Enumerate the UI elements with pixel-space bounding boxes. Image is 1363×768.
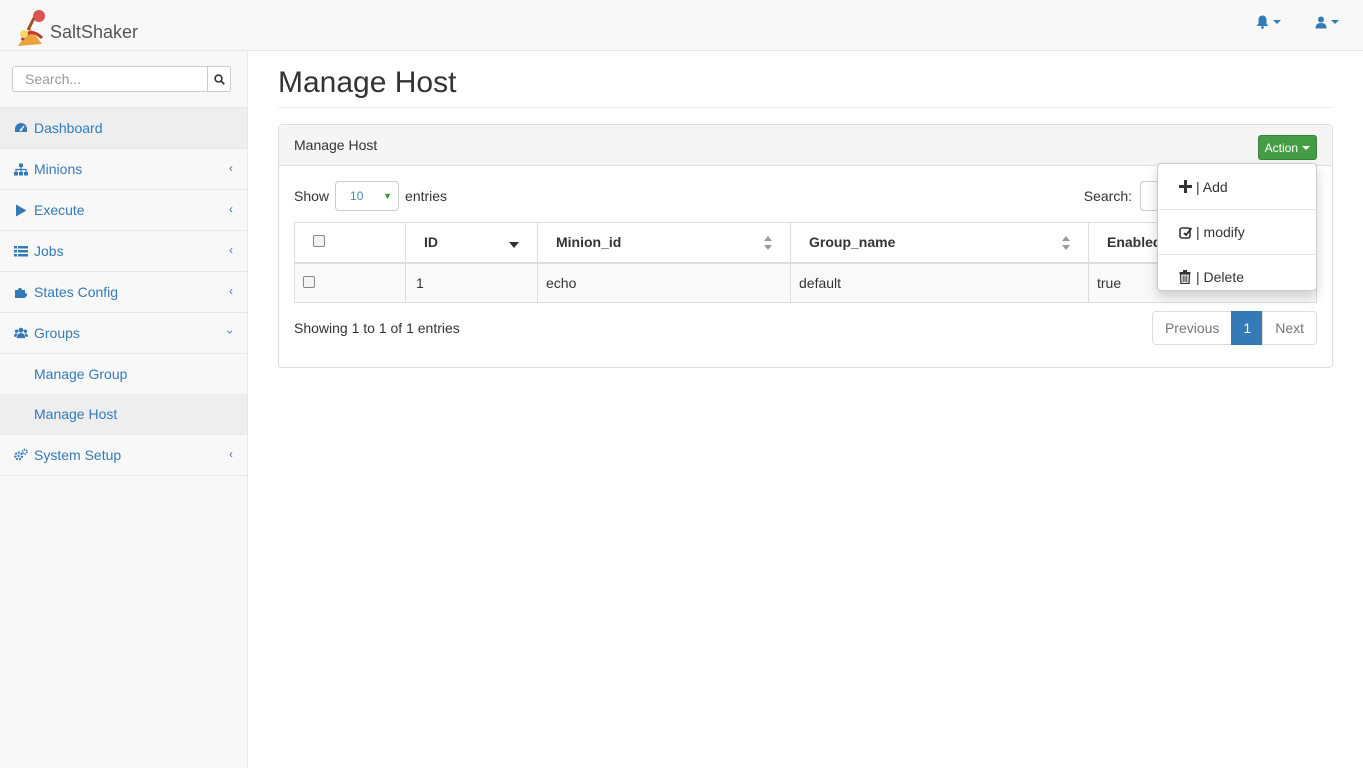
select-all-header [294, 222, 406, 264]
puzzle-icon [14, 285, 28, 299]
action-button[interactable]: Action [1257, 135, 1317, 160]
panel-heading: Manage Host Action [279, 125, 1332, 166]
sitemap-icon [14, 162, 28, 176]
menu-item-delete[interactable]: | Delete [1158, 254, 1316, 299]
sort-icon [764, 236, 772, 250]
sidebar-item-label: Jobs [34, 243, 64, 259]
groups-submenu: Manage Group Manage Host [0, 354, 247, 435]
cell-id: 1 [405, 262, 538, 303]
sidebar-item-label: Execute [34, 202, 85, 218]
page-title: Manage Host [278, 65, 1333, 108]
sidebar-item-label: States Config [34, 284, 119, 300]
show-label: Show [294, 188, 330, 204]
menu-item-add[interactable]: | Add [1158, 164, 1316, 209]
sidebar-item-states-config[interactable]: States Config ‹ [0, 272, 247, 313]
sidebar-search [0, 51, 247, 108]
action-button-label: Action [1264, 140, 1298, 155]
sort-icon [1062, 236, 1070, 250]
chevron-down-icon: ▼ [383, 191, 393, 201]
panel-title: Manage Host [294, 137, 378, 153]
edit-icon [1178, 225, 1192, 239]
sidebar-item-label: Minions [34, 161, 83, 177]
sidebar-item-groups[interactable]: Groups ‹ [0, 313, 247, 354]
sidebar-item-label: Dashboard [34, 120, 103, 136]
row-checkbox[interactable] [303, 275, 315, 288]
action-dropdown-menu: | Add | modify | Delete [1157, 163, 1317, 291]
sidebar-item-dashboard[interactable]: Dashboard [0, 108, 247, 149]
bell-icon [1256, 15, 1269, 29]
pagination-previous[interactable]: Previous [1151, 311, 1233, 345]
page-length-select[interactable]: 10 ▼ [335, 181, 400, 211]
list-icon [14, 244, 28, 258]
user-icon [1315, 16, 1327, 28]
cell-minion-id: echo [537, 262, 791, 303]
chevron-down-icon [1331, 20, 1339, 24]
table-info: Showing 1 to 1 of 1 entries [294, 320, 460, 336]
page-length-value: 10 [350, 189, 364, 203]
sidebar-item-system-setup[interactable]: System Setup ‹ [0, 435, 247, 476]
column-header-group-name[interactable]: Group_name [790, 222, 1089, 264]
sort-desc-icon [509, 242, 519, 248]
table-search-label: Search: [1083, 188, 1132, 204]
play-icon [14, 203, 28, 217]
menu-item-label: | Delete [1196, 269, 1244, 285]
sidebar: Dashboard Minions ‹ Execute ‹ Jobs ‹ Sta… [0, 51, 248, 768]
main-content: Manage Host Manage Host Action Show 10 ▼… [278, 51, 1333, 368]
notifications-dropdown[interactable] [1256, 15, 1281, 29]
pagination: Previous 1 Next [1151, 311, 1317, 345]
plus-icon [1178, 180, 1192, 194]
top-navbar: SaltShaker [0, 0, 1363, 51]
menu-item-label: | Add [1196, 178, 1228, 195]
dashboard-icon [14, 121, 28, 135]
column-header-minion-id[interactable]: Minion_id [537, 222, 791, 264]
menu-item-label: | modify [1196, 224, 1245, 240]
chevron-left-icon: ‹ [229, 284, 233, 298]
trash-icon [1178, 270, 1192, 284]
users-icon [14, 326, 28, 340]
menu-item-modify[interactable]: | modify [1158, 209, 1316, 254]
brand[interactable]: SaltShaker [12, 4, 138, 48]
pagination-next[interactable]: Next [1262, 311, 1317, 345]
select-all-checkbox[interactable] [313, 235, 325, 248]
chevron-down-icon [1273, 20, 1281, 24]
sidebar-item-execute[interactable]: Execute ‹ [0, 190, 247, 231]
pagination-page-1[interactable]: 1 [1231, 311, 1264, 345]
cell-group-name: default [790, 262, 1089, 303]
search-icon [213, 73, 225, 85]
brand-name: SaltShaker [50, 22, 139, 42]
sidebar-item-label: Groups [34, 325, 80, 341]
sidebar-item-manage-host[interactable]: Manage Host [0, 394, 247, 434]
chevron-left-icon: ‹ [229, 243, 233, 257]
page-length-control: Show 10 ▼ entries [294, 181, 447, 211]
sidebar-item-manage-group[interactable]: Manage Group [0, 354, 247, 394]
search-input[interactable] [12, 66, 208, 92]
column-header-id[interactable]: ID [405, 222, 538, 264]
sidebar-item-jobs[interactable]: Jobs ‹ [0, 231, 247, 272]
entries-label: entries [405, 188, 448, 204]
chevron-left-icon: ‹ [229, 202, 233, 216]
chevron-down-icon: ‹ [222, 330, 236, 334]
row-select-cell [294, 262, 406, 303]
chevron-left-icon: ‹ [229, 161, 233, 175]
table-search: Search: [1084, 181, 1160, 211]
search-button[interactable] [208, 66, 231, 92]
sidebar-item-label: System Setup [34, 447, 122, 463]
user-dropdown[interactable] [1315, 15, 1339, 29]
chevron-down-icon [1302, 145, 1310, 150]
sidebar-item-minions[interactable]: Minions ‹ [0, 149, 247, 190]
chevron-left-icon: ‹ [229, 447, 233, 461]
gears-icon [14, 448, 28, 462]
saltshaker-logo-icon [18, 10, 45, 46]
